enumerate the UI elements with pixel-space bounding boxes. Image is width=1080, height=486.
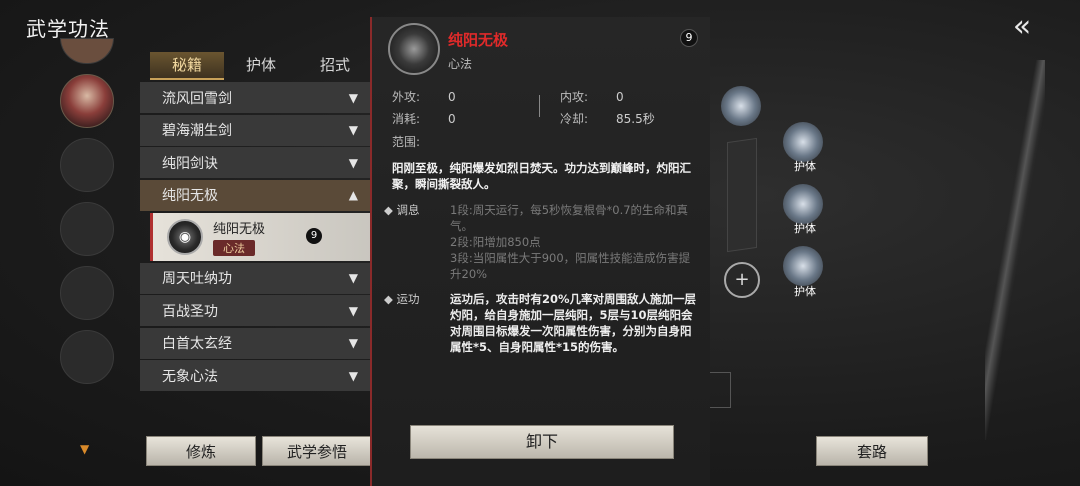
avatar-slot[interactable]: [60, 38, 114, 64]
list-item-label: 白首太玄经: [162, 336, 232, 352]
huti-slot-label: 护体: [794, 285, 816, 298]
tab-zhaoshi[interactable]: 招式: [298, 52, 372, 80]
tiaoxi-lines: 1段:周天运行，每5秒恢复根骨*0.7的生命和真气。 2段:阳增加850点 3段…: [450, 202, 700, 282]
tab-bar: 秘籍 护体 招式: [150, 52, 372, 80]
huti-slot-icon[interactable]: [783, 184, 823, 224]
stat-inner-attack: 内攻: 0: [560, 90, 624, 104]
skill-list: 流风回雪剑 ▼ 碧海潮生剑 ▼ 纯阳剑诀 ▼ 纯阳无极 ▲ ◉ 纯阳无极 心法 …: [140, 82, 372, 407]
tab-huti[interactable]: 护体: [224, 52, 298, 80]
list-item-label: 碧海潮生剑: [162, 123, 232, 139]
chevron-down-icon: ▼: [348, 155, 358, 170]
taolu-button[interactable]: 套路: [816, 436, 928, 466]
list-item-expanded[interactable]: 纯阳无极 ▲: [140, 179, 372, 211]
list-item-label: 无象心法: [162, 368, 218, 385]
list-item-label: 周天吐纳功: [162, 271, 232, 287]
tiaoxi-line: 2段:阳增加850点: [450, 235, 541, 249]
chevron-down-icon: ▼: [348, 336, 358, 350]
stat-divider: [539, 95, 540, 117]
list-item-label: 纯阳无极: [162, 188, 218, 204]
chevron-down-icon: ▼: [348, 368, 358, 383]
yungong-text: 运功后，攻击时有20%几率对周围敌人施加一层灼阳，给自身施加一层纯阳，5层与10…: [450, 292, 697, 354]
avatar-slot-empty[interactable]: [60, 266, 114, 320]
stat-range: 范围:: [392, 135, 421, 149]
section-yungong-label: ◆ 运功: [384, 292, 420, 306]
crosshair-icon[interactable]: +: [724, 262, 760, 298]
tiaoxi-line: 1段:周天运行，每5秒恢复根骨*0.7的生命和真气。: [450, 203, 689, 233]
list-item-label: 纯阳剑诀: [162, 155, 218, 172]
level-badge: 9: [680, 29, 698, 47]
huti-slot-icon[interactable]: [783, 246, 823, 286]
train-button[interactable]: 修炼: [146, 436, 256, 466]
skill-card-name: 纯阳无极: [213, 221, 266, 237]
stat-cost: 消耗: 0: [392, 112, 456, 126]
sword-image: [985, 60, 1045, 440]
avatar-column: [60, 38, 116, 394]
study-button[interactable]: 武学参悟: [262, 436, 372, 466]
huti-slot-label: 护体: [794, 222, 816, 235]
chevron-down-icon: ▼: [348, 90, 358, 105]
huti-slot-icon[interactable]: [783, 122, 823, 162]
back-arrow-icon[interactable]: «: [1000, 10, 1044, 44]
list-item[interactable]: 纯阳剑诀 ▼: [140, 147, 372, 178]
list-item[interactable]: 碧海潮生剑 ▼: [140, 114, 372, 146]
avatar[interactable]: [60, 74, 114, 128]
stat-outer-attack: 外攻: 0: [392, 90, 456, 104]
skill-title: 纯阳无极: [448, 31, 509, 49]
avatar-slot-empty[interactable]: [60, 138, 114, 192]
tab-miji[interactable]: 秘籍: [150, 52, 224, 80]
chevron-down-icon: ▼: [348, 303, 358, 318]
skill-icon: ◉: [167, 218, 203, 255]
skill-slot-icon[interactable]: [721, 86, 761, 126]
huti-slot-label: 护体: [794, 160, 816, 173]
avatar-slot-empty[interactable]: [60, 202, 114, 256]
list-item[interactable]: 流风回雪剑 ▼: [140, 82, 372, 113]
skill-card-tag: 心法: [213, 239, 255, 256]
skill-detail-panel: 纯阳无极 心法 9 外攻: 0 内攻: 0 消耗: 0 冷却: 85.5秒 范围: 阳刚…: [370, 17, 710, 486]
section-tiaoxi-label: ◆ 调息: [384, 203, 420, 217]
list-item[interactable]: 无象心法 ▼: [140, 360, 372, 391]
skill-card-selected[interactable]: ◉ 纯阳无极 心法 9: [150, 212, 372, 261]
stance-panel: [727, 137, 757, 253]
chevron-down-icon: ▼: [348, 123, 358, 137]
level-badge: 9: [306, 227, 322, 244]
list-item[interactable]: 周天吐纳功 ▼: [140, 262, 372, 294]
unequip-button[interactable]: 卸下: [410, 425, 674, 459]
list-item-label: 百战圣功: [162, 303, 218, 320]
avatar-slot-empty[interactable]: [60, 330, 114, 384]
skill-description: 阳刚至极，纯阳爆发如烈日焚天。功力达到巅峰时，灼阳汇聚，瞬间撕裂敌人。: [392, 161, 691, 191]
stat-cooldown: 冷却: 85.5秒: [560, 112, 655, 126]
chevron-up-icon: ▲: [348, 188, 358, 202]
skill-type: 心法: [448, 57, 473, 71]
list-item[interactable]: 白首太玄经 ▼: [140, 327, 372, 359]
tiaoxi-line: 3段:当阳属性大于900，阳属性技能造成伤害提升20%: [450, 251, 691, 281]
list-item-label: 流风回雪剑: [162, 90, 232, 107]
skill-icon: [388, 23, 440, 75]
scroll-down-icon[interactable]: ▼: [80, 442, 89, 456]
chevron-down-icon: ▼: [348, 271, 358, 285]
list-item[interactable]: 百战圣功 ▼: [140, 295, 372, 326]
